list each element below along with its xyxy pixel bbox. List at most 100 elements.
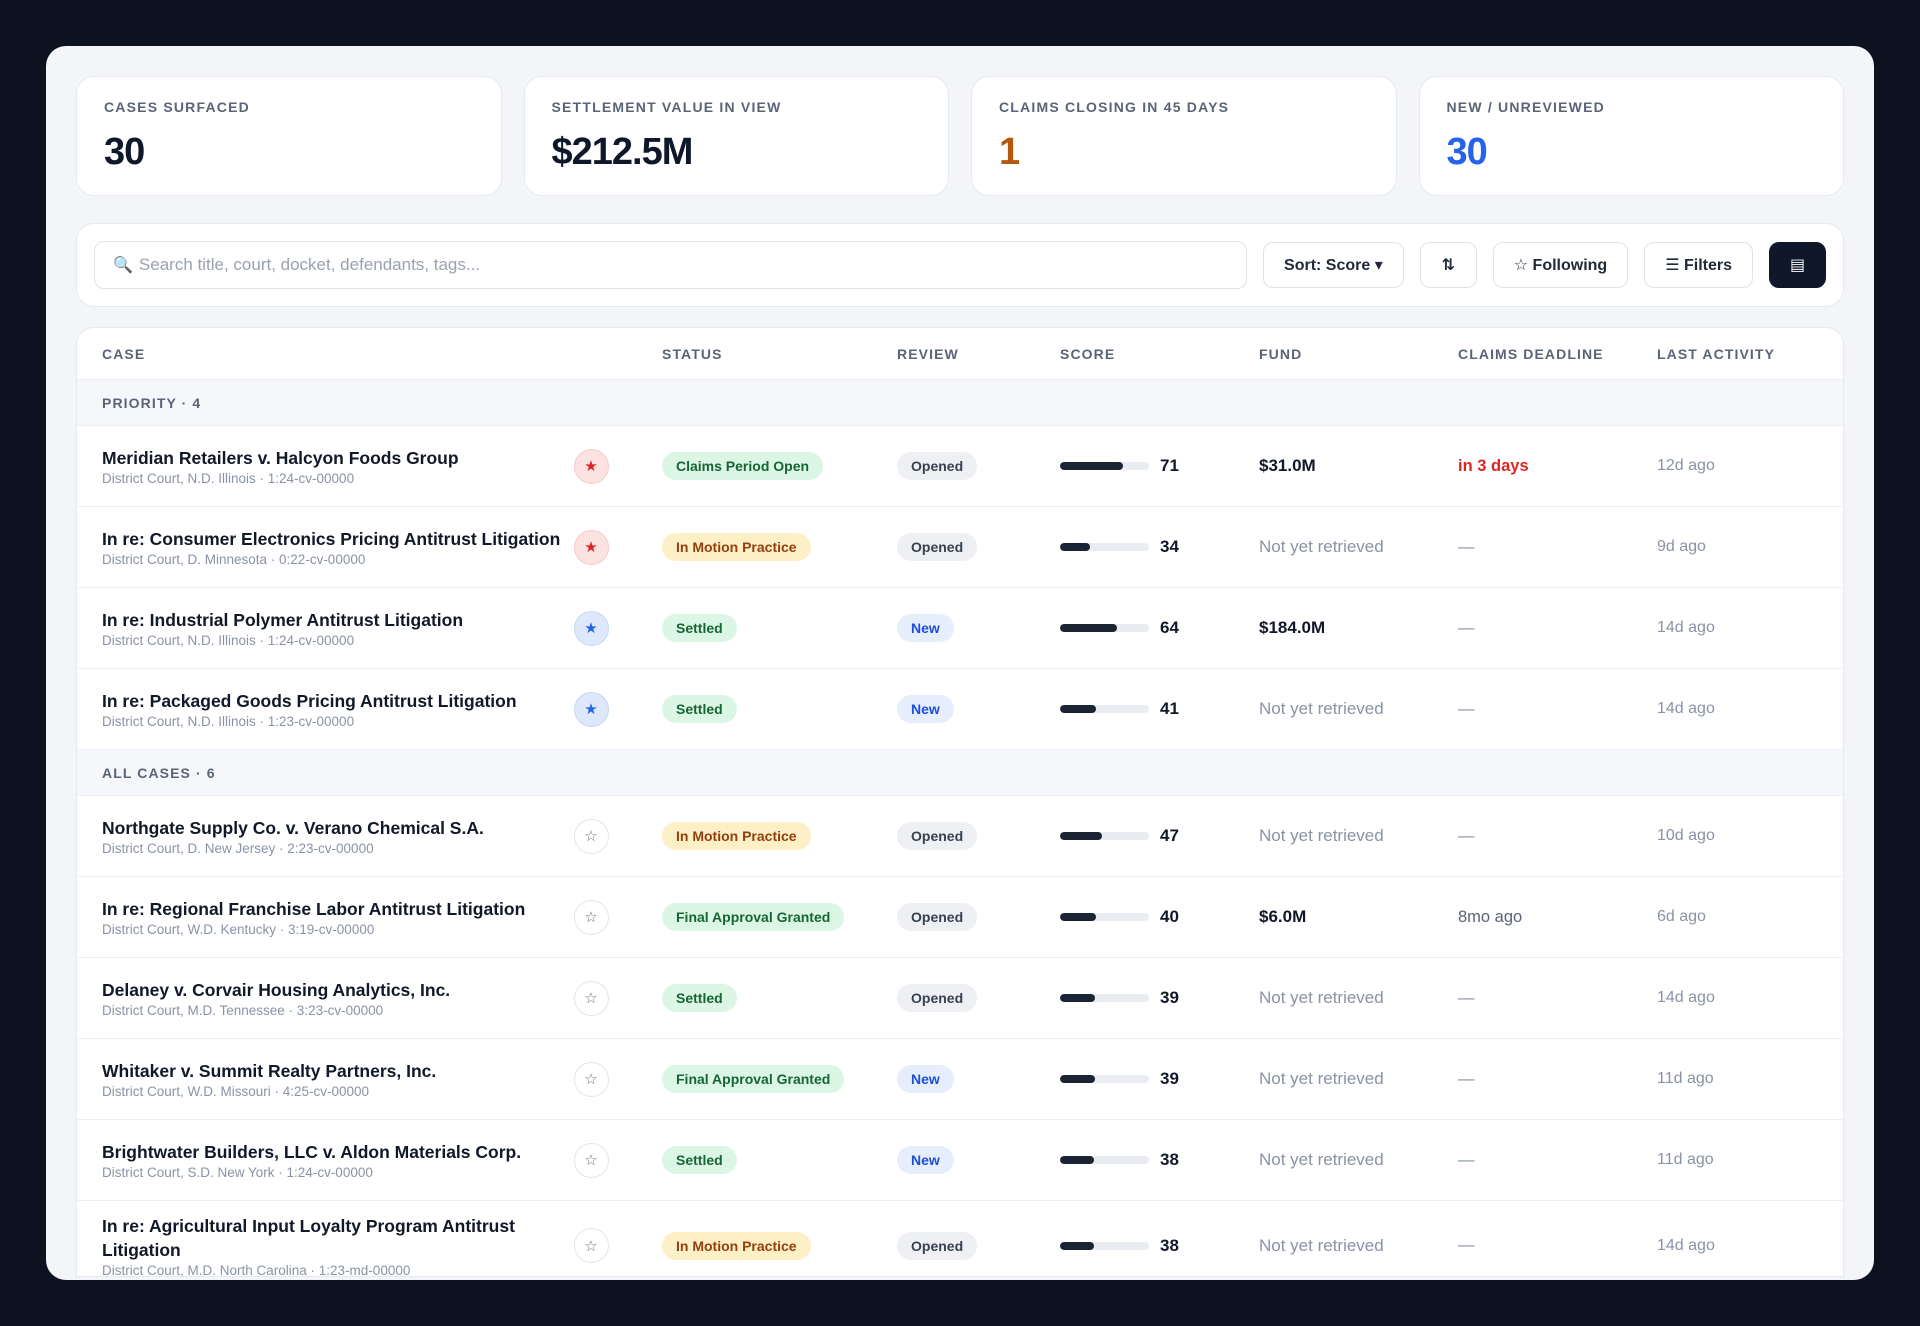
stat-card-claims-closing: CLAIMS CLOSING IN 45 DAYS 1 [971, 76, 1397, 196]
header-status[interactable]: STATUS [662, 328, 723, 379]
score-cell: 34 [1060, 507, 1179, 587]
case-title[interactable]: Brightwater Builders, LLC v. Aldon Mater… [102, 1140, 521, 1164]
case-title[interactable]: Delaney v. Corvair Housing Analytics, In… [102, 978, 450, 1002]
deadline-cell: 8mo ago [1458, 877, 1522, 957]
review-cell: New [897, 1039, 954, 1119]
fund-value: Not yet retrieved [1259, 699, 1384, 718]
table-row[interactable]: In re: Agricultural Input Loyalty Progra… [77, 1201, 1843, 1277]
claims-deadline-value: — [1458, 988, 1475, 1007]
case-info: In re: Consumer Electronics Pricing Anti… [102, 527, 560, 567]
star-icon[interactable]: ☆ [573, 1142, 609, 1178]
star-icon[interactable]: ★ [573, 610, 609, 646]
case-title[interactable]: In re: Agricultural Input Loyalty Progra… [102, 1214, 582, 1262]
case-court-docket: District Court, N.D. Illinois · 1:24-cv-… [102, 633, 355, 648]
search-input[interactable] [138, 255, 1229, 275]
activity-cell: 14d ago [1657, 588, 1715, 668]
star-icon[interactable]: ★ [573, 691, 609, 727]
case-court-docket: District Court, N.D. Illinois · 1:23-cv-… [102, 714, 355, 729]
last-activity-value: 6d ago [1657, 908, 1706, 925]
table-row[interactable]: In re: Packaged Goods Pricing Antitrust … [77, 669, 1843, 750]
score-bar-fill [1060, 994, 1095, 1002]
last-activity-value: 14d ago [1657, 700, 1715, 717]
table-row[interactable]: In re: Industrial Polymer Antitrust Liti… [77, 588, 1843, 669]
case-cell: Brightwater Builders, LLC v. Aldon Mater… [102, 1120, 582, 1200]
header-fund[interactable]: FUND [1259, 328, 1302, 379]
table-row[interactable]: Brightwater Builders, LLC v. Aldon Mater… [77, 1120, 1843, 1201]
case-court-docket: District Court, D. Minnesota · 0:22-cv-0… [102, 552, 366, 567]
review-cell: Opened [897, 426, 978, 506]
sort-button[interactable]: Sort: Score ▾ [1263, 242, 1404, 288]
star-cell: ☆ [571, 796, 611, 876]
fund-value: $31.0M [1259, 456, 1316, 475]
header-score[interactable]: SCORE [1060, 328, 1115, 379]
stat-value: 30 [104, 131, 145, 173]
table-row[interactable]: Meridian Retailers v. Halcyon Foods Grou… [77, 426, 1843, 507]
filters-button[interactable]: ☰ Filters [1644, 242, 1753, 288]
table-row[interactable]: In re: Regional Franchise Labor Antitrus… [77, 877, 1843, 958]
activity-cell: 9d ago [1657, 507, 1706, 587]
case-cell: In re: Packaged Goods Pricing Antitrust … [102, 669, 582, 749]
star-icon[interactable]: ★ [573, 448, 609, 484]
score-bar-fill [1060, 832, 1102, 840]
stat-value: $212.5M [551, 131, 694, 173]
header-review[interactable]: REVIEW [897, 328, 959, 379]
star-cell: ★ [571, 669, 611, 749]
review-badge: New [897, 1146, 954, 1174]
star-icon[interactable]: ☆ [573, 818, 609, 854]
score-value: 40 [1160, 907, 1179, 926]
case-title[interactable]: Northgate Supply Co. v. Verano Chemical … [102, 816, 484, 840]
header-claims-deadline[interactable]: CLAIMS DEADLINE [1458, 328, 1604, 379]
case-title[interactable]: In re: Regional Franchise Labor Antitrus… [102, 897, 525, 921]
deadline-cell: — [1458, 669, 1475, 749]
case-title[interactable]: In re: Consumer Electronics Pricing Anti… [102, 527, 560, 551]
score-value: 71 [1160, 456, 1179, 475]
stat-label: CLAIMS CLOSING IN 45 DAYS [999, 99, 1230, 115]
score-bar-fill [1060, 1241, 1094, 1250]
toolbar: 🔍 Sort: Score ▾ ⇅ ☆ Following ☰ Filters … [76, 223, 1844, 307]
score-cell: 38 [1060, 1120, 1179, 1200]
stat-value: 30 [1446, 131, 1488, 173]
score-bar-fill [1060, 913, 1096, 921]
table-row[interactable]: Northgate Supply Co. v. Verano Chemical … [77, 796, 1843, 877]
score-bar-fill [1060, 462, 1124, 470]
case-title[interactable]: Whitaker v. Summit Realty Partners, Inc. [102, 1059, 436, 1083]
star-cell: ☆ [571, 958, 611, 1038]
header-case[interactable]: CASE [102, 328, 582, 379]
case-info: Delaney v. Corvair Housing Analytics, In… [102, 978, 450, 1018]
case-info: Whitaker v. Summit Realty Partners, Inc.… [102, 1059, 436, 1099]
star-icon[interactable]: ☆ [573, 1228, 609, 1263]
review-cell: Opened [897, 796, 978, 876]
case-title[interactable]: In re: Industrial Polymer Antitrust Liti… [102, 608, 463, 632]
table-row[interactable]: Whitaker v. Summit Realty Partners, Inc.… [77, 1039, 1843, 1120]
score-bar [1060, 1241, 1149, 1250]
star-icon[interactable]: ★ [573, 529, 609, 565]
star-cell: ☆ [571, 877, 611, 957]
fund-cell: Not yet retrieved [1259, 669, 1384, 749]
header-last-activity[interactable]: LAST ACTIVITY [1657, 328, 1775, 379]
star-cell: ★ [571, 507, 611, 587]
following-button[interactable]: ☆ Following [1492, 242, 1629, 288]
case-court-docket: District Court, M.D. Tennessee · 3:23-cv… [102, 1003, 384, 1018]
status-badge: In Motion Practice [662, 533, 811, 561]
fund-cell: Not yet retrieved [1259, 507, 1384, 587]
review-badge: Opened [897, 903, 978, 931]
star-icon[interactable]: ☆ [573, 1061, 609, 1097]
table-row[interactable]: Delaney v. Corvair Housing Analytics, In… [77, 958, 1843, 1039]
claims-deadline-value: 8mo ago [1458, 907, 1523, 926]
view-toggle-icon[interactable]: ▤ [1769, 242, 1826, 288]
status-badge: Settled [662, 1146, 737, 1174]
dashboard-frame: CASES SURFACED 30 SETTLEMENT VALUE IN VI… [46, 46, 1874, 1280]
sort-direction-icon[interactable]: ⇅ [1419, 242, 1477, 288]
star-icon[interactable]: ☆ [573, 980, 609, 1016]
fund-value: Not yet retrieved [1259, 1069, 1384, 1088]
search-box[interactable]: 🔍 [94, 241, 1248, 289]
star-cell: ☆ [571, 1120, 611, 1200]
stat-label: NEW / UNREVIEWED [1446, 99, 1605, 115]
table-row[interactable]: In re: Consumer Electronics Pricing Anti… [77, 507, 1843, 588]
case-title[interactable]: Meridian Retailers v. Halcyon Foods Grou… [102, 446, 459, 470]
review-badge: New [897, 1065, 954, 1093]
review-cell: New [897, 588, 954, 668]
case-title[interactable]: In re: Packaged Goods Pricing Antitrust … [102, 689, 517, 713]
star-icon[interactable]: ☆ [573, 899, 609, 935]
fund-cell: Not yet retrieved [1259, 796, 1384, 876]
